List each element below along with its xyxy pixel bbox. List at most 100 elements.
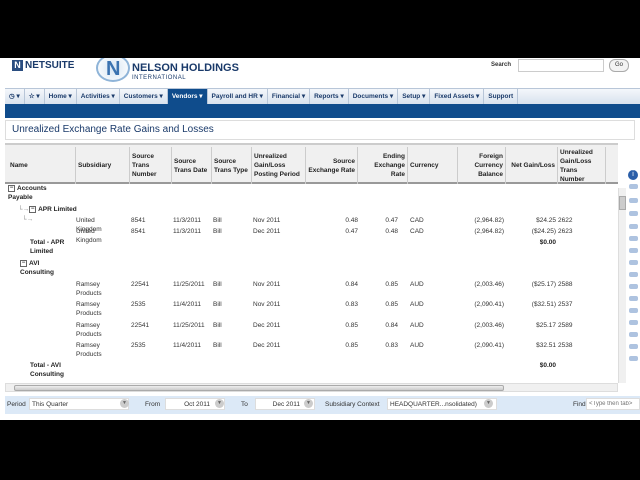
nav-support[interactable]: Support xyxy=(484,89,519,104)
table-cell-text: 2538 xyxy=(558,342,573,349)
find-label: Find xyxy=(573,401,586,408)
side-tool-icon[interactable] xyxy=(629,184,638,189)
side-tool-icon[interactable] xyxy=(629,248,638,253)
table-cell-text: Nov 2011 xyxy=(253,281,281,288)
chevron-down-icon[interactable]: ▼ xyxy=(215,399,224,408)
column-header[interactable]: Currency xyxy=(408,147,458,184)
table-cell: 0.85 xyxy=(358,280,398,289)
vertical-scrollbar[interactable] xyxy=(618,188,626,383)
table-cell-text: 11/25/2011 xyxy=(173,281,205,288)
column-header[interactable]: Net Gain/Loss xyxy=(506,147,558,184)
table-cell: Bill xyxy=(213,216,222,225)
table-cell: Ramsey Products xyxy=(76,300,122,318)
table-cell-text: 0.84 xyxy=(345,281,358,288)
nav-documents[interactable]: Documents ▾ xyxy=(349,89,399,104)
side-tool-icon[interactable] xyxy=(629,308,638,313)
nav-payrollandhr[interactable]: Payroll and HR ▾ xyxy=(208,89,268,104)
column-header[interactable]: Source Trans Type xyxy=(212,147,252,184)
chevron-down-icon[interactable]: ▼ xyxy=(120,399,129,408)
side-tool-icon[interactable] xyxy=(629,211,638,216)
company-subname: INTERNATIONAL xyxy=(132,75,187,81)
nav-vendors[interactable]: Vendors ▾ xyxy=(167,89,208,104)
nav-financial[interactable]: Financial ▾ xyxy=(268,89,311,104)
table-cell: 2623 xyxy=(558,227,572,236)
table-cell: Dec 2011 xyxy=(253,341,280,350)
table-cell: Ramsey Products xyxy=(76,341,122,359)
table-cell-text: Bill xyxy=(213,301,222,308)
side-tool-icon[interactable] xyxy=(629,224,638,229)
table-cell-text: Ramsey Products xyxy=(76,342,102,358)
table-cell: CAD xyxy=(410,227,424,236)
table-cell-text: 0.83 xyxy=(385,342,398,349)
column-header[interactable]: Unrealized Gain/Loss Posting Period xyxy=(252,147,306,184)
column-header[interactable]: Source Trans Date xyxy=(172,147,212,184)
collapse-icon[interactable]: − xyxy=(20,259,27,267)
table-cell-text: ($24.25) xyxy=(531,228,556,235)
column-header[interactable]: Ending Exchange Rate xyxy=(358,147,408,184)
table-cell: AUD xyxy=(410,280,424,289)
side-tool-icon[interactable] xyxy=(629,320,638,325)
side-tool-icon[interactable] xyxy=(629,272,638,277)
side-tool-icon[interactable] xyxy=(629,356,638,361)
side-tool-icon[interactable] xyxy=(629,296,638,301)
table-cell-text: 8541 xyxy=(131,217,146,224)
nav-setup[interactable]: Setup ▾ xyxy=(398,89,431,104)
search-label: Search xyxy=(491,62,512,68)
info-icon[interactable]: i xyxy=(628,170,638,180)
chevron-down-icon[interactable]: ▼ xyxy=(484,399,493,408)
table-cell-text: 11/3/2011 xyxy=(173,217,201,224)
nav-activities[interactable]: Activities ▾ xyxy=(77,89,120,104)
table-cell: AUD xyxy=(410,300,424,309)
table-cell: 11/25/2011 xyxy=(173,280,205,289)
table-cell-text: 0.83 xyxy=(345,301,358,308)
horizontal-scrollbar[interactable] xyxy=(5,383,618,392)
subsidiary-select[interactable]: HEADQUARTER...nsolidated) xyxy=(387,398,497,410)
go-button[interactable]: Go xyxy=(609,59,629,72)
side-tool-icon[interactable] xyxy=(629,344,638,349)
column-header[interactable]: Name xyxy=(8,147,76,184)
side-tool-icon[interactable] xyxy=(629,332,638,337)
side-tool-icon[interactable] xyxy=(629,236,638,241)
period-select[interactable]: This Quarter xyxy=(29,398,129,410)
recent-icon[interactable]: ◷ ▾ xyxy=(5,89,25,104)
nav-customers[interactable]: Customers ▾ xyxy=(120,89,168,104)
table-cell: 11/4/2011 xyxy=(173,300,201,309)
table-cell: Dec 2011 xyxy=(253,227,280,236)
scroll-thumb[interactable] xyxy=(14,385,504,391)
table-cell-text: (2,090.41) xyxy=(474,301,504,308)
table-cell: AUD xyxy=(410,341,424,350)
find-input[interactable] xyxy=(586,398,640,410)
nav-home[interactable]: Home ▾ xyxy=(45,89,77,104)
table-cell-text: Bill xyxy=(213,217,222,224)
table-cell: Bill xyxy=(213,227,222,236)
table-cell: CAD xyxy=(410,216,424,225)
column-header[interactable]: Source Exchange Rate xyxy=(306,147,358,184)
nav-fixedassets[interactable]: Fixed Assets ▾ xyxy=(430,89,485,104)
favorites-icon[interactable]: ☆ ▾ xyxy=(25,89,45,104)
side-tool-icon[interactable] xyxy=(629,284,638,289)
group-apr-limited-text: APR Limited xyxy=(38,206,77,213)
table-cell-text: AUD xyxy=(410,281,424,288)
filter-bar: Period This Quarter ▼ From Oct 2011 ▼ To… xyxy=(5,396,640,414)
column-header[interactable]: Subsidiary xyxy=(76,147,130,184)
table-cell: 0.83 xyxy=(306,300,358,309)
table-cell-text: 0.85 xyxy=(385,281,398,288)
nav-reports[interactable]: Reports ▾ xyxy=(310,89,349,104)
search-input[interactable] xyxy=(518,59,604,72)
chevron-down-icon[interactable]: ▼ xyxy=(304,399,313,408)
side-tool-icon[interactable] xyxy=(629,260,638,265)
company-logo-icon: N xyxy=(96,58,130,82)
total-apr-value: $0.00 xyxy=(506,238,556,247)
column-header[interactable]: Unrealized Gain/Loss Trans Number xyxy=(558,147,606,184)
column-header[interactable]: Foreign Currency Balance xyxy=(458,147,506,184)
group-accounts-payable: − Accounts Payable xyxy=(8,184,58,202)
collapse-icon[interactable]: − xyxy=(29,205,37,213)
table-cell-text: 0.48 xyxy=(385,228,398,235)
side-tool-icon[interactable] xyxy=(629,198,638,203)
table-cell: Nov 2011 xyxy=(253,216,280,225)
from-label: From xyxy=(145,401,161,408)
table-cell: ($32.51) xyxy=(506,300,556,309)
collapse-icon[interactable]: − xyxy=(8,184,15,192)
column-header[interactable]: Source Trans Number xyxy=(130,147,172,184)
table-cell-text: Dec 2011 xyxy=(253,228,281,235)
